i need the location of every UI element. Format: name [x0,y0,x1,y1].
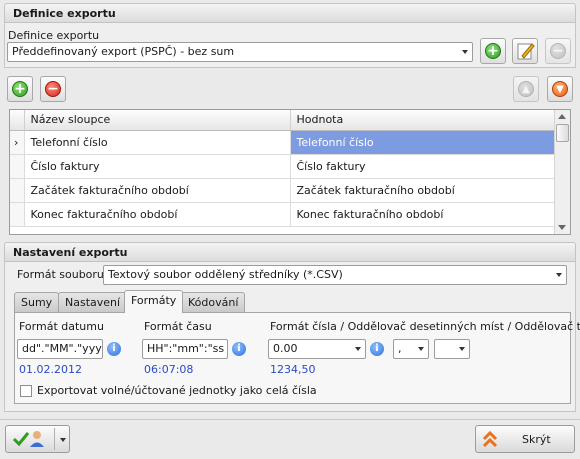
move-up-button[interactable]: ▲ [513,76,539,102]
chevron-down-icon [418,347,424,351]
chevron-down-icon [556,273,562,277]
definice-select-value: Předdefinovaný export (PSPČ) - bez sum [12,45,235,58]
row-value-cell[interactable]: Telefonní číslo [290,130,557,155]
chevron-down-icon[interactable] [60,438,66,442]
footer-separator [0,419,580,420]
time-format-label: Formát času [144,320,212,333]
chevron-down-icon [459,347,465,351]
current-row-indicator-icon: › [10,130,25,155]
format-file-label: Formát souboru [17,268,104,281]
grid-header-name[interactable]: Název sloupce [24,110,291,131]
date-format-value: dd"."MM"."yyyy [22,342,103,355]
table-row[interactable]: Konec fakturačního období Konec fakturač… [10,202,557,227]
date-format-input[interactable]: dd"."MM"."yyyy [17,339,103,359]
info-icon[interactable]: i [232,342,246,356]
row-indicator [10,178,25,203]
edit-pencil-icon [517,43,535,60]
integer-units-checkbox[interactable] [20,385,32,397]
check-user-icon [12,431,44,447]
thousand-separator-select[interactable] [434,339,470,359]
number-format-label: Formát čísla / Oddělovač desetinných mís… [270,320,580,333]
number-format-select[interactable]: 0.00 [268,339,366,359]
file-format-value: Textový soubor oddělený středníky (*.CSV… [108,268,343,281]
columns-grid[interactable]: Název sloupce Hodnota › Telefonní číslo … [9,109,571,235]
definice-select[interactable]: Předdefinovaný export (PSPČ) - bez sum [7,42,473,62]
tab-nastaveni[interactable]: Nastavení [58,292,128,312]
scroll-down-icon[interactable] [558,225,566,230]
grid-header-value[interactable]: Hodnota [290,110,557,131]
row-value-cell[interactable]: Začátek fakturačního období [290,178,557,203]
row-name-cell[interactable]: Konec fakturačního období [24,202,291,227]
number-format-value: 0.00 [273,342,298,355]
time-format-input[interactable]: HH":"mm":"ss [142,339,228,359]
arrow-up-icon: ▲ [518,81,534,97]
row-name-cell[interactable]: Telefonní číslo [24,130,291,155]
arrow-down-icon: ▼ [552,81,568,97]
row-indicator [10,202,25,227]
plus-circle-icon: + [485,43,501,59]
row-name-cell[interactable]: Číslo faktury [24,154,291,179]
add-definition-button[interactable]: + [480,38,506,64]
table-row[interactable]: Začátek fakturačního období Začátek fakt… [10,178,557,203]
file-format-select[interactable]: Textový soubor oddělený středníky (*.CSV… [103,265,567,285]
double-chevron-up-icon [482,431,498,448]
row-value-cell[interactable]: Konec fakturačního období [290,202,557,227]
grid-header-indicator [10,110,25,131]
add-column-button[interactable]: + [7,76,33,102]
minus-circle-icon: − [45,81,61,97]
info-icon[interactable]: i [370,342,384,356]
plus-circle-icon: + [12,81,28,97]
split-divider [54,428,55,450]
remove-definition-button[interactable]: − [545,38,571,64]
definice-section-title: Definice exportu [4,3,576,23]
row-name-cell[interactable]: Začátek fakturačního období [24,178,291,203]
remove-column-button[interactable]: − [40,76,66,102]
decimal-separator-select[interactable]: , [393,339,429,359]
hide-button[interactable]: Skrýt [475,425,575,453]
scrollbar-thumb[interactable] [556,124,569,142]
nastaveni-section-title: Nastavení exportu [4,242,576,262]
date-format-label: Formát datumu [19,320,104,333]
definice-field-label: Definice exportu [8,29,100,42]
date-preview: 01.02.2012 [19,363,82,376]
tab-kodovani[interactable]: Kódování [181,292,246,312]
tab-formaty[interactable]: Formáty [124,290,184,313]
row-indicator [10,154,25,179]
tab-sumy[interactable]: Sumy [14,292,60,312]
scroll-up-icon[interactable] [558,114,566,119]
table-row[interactable]: Číslo faktury Číslo faktury [10,154,557,179]
row-value-cell[interactable]: Číslo faktury [290,154,557,179]
hide-button-label: Skrýt [522,433,551,446]
table-row[interactable]: › Telefonní číslo Telefonní číslo [10,130,557,155]
confirm-split-button[interactable] [5,425,70,453]
move-down-button[interactable]: ▼ [547,76,573,102]
decimal-separator-value: , [398,342,402,355]
chevron-down-icon [462,50,468,54]
grid-vertical-scrollbar[interactable] [554,110,570,234]
grid-header-row: Název sloupce Hodnota [10,110,557,131]
integer-units-label: Exportovat volné/účtované jednotky jako … [37,384,317,397]
minus-circle-icon: − [550,43,566,59]
info-icon[interactable]: i [107,342,121,356]
edit-definition-button[interactable] [512,38,538,64]
chevron-down-icon [355,347,361,351]
columns-table: Název sloupce Hodnota › Telefonní číslo … [10,110,557,227]
time-format-value: HH":"mm":"ss [147,342,225,355]
number-preview: 1234,50 [270,363,316,376]
time-preview: 06:07:08 [144,363,194,376]
